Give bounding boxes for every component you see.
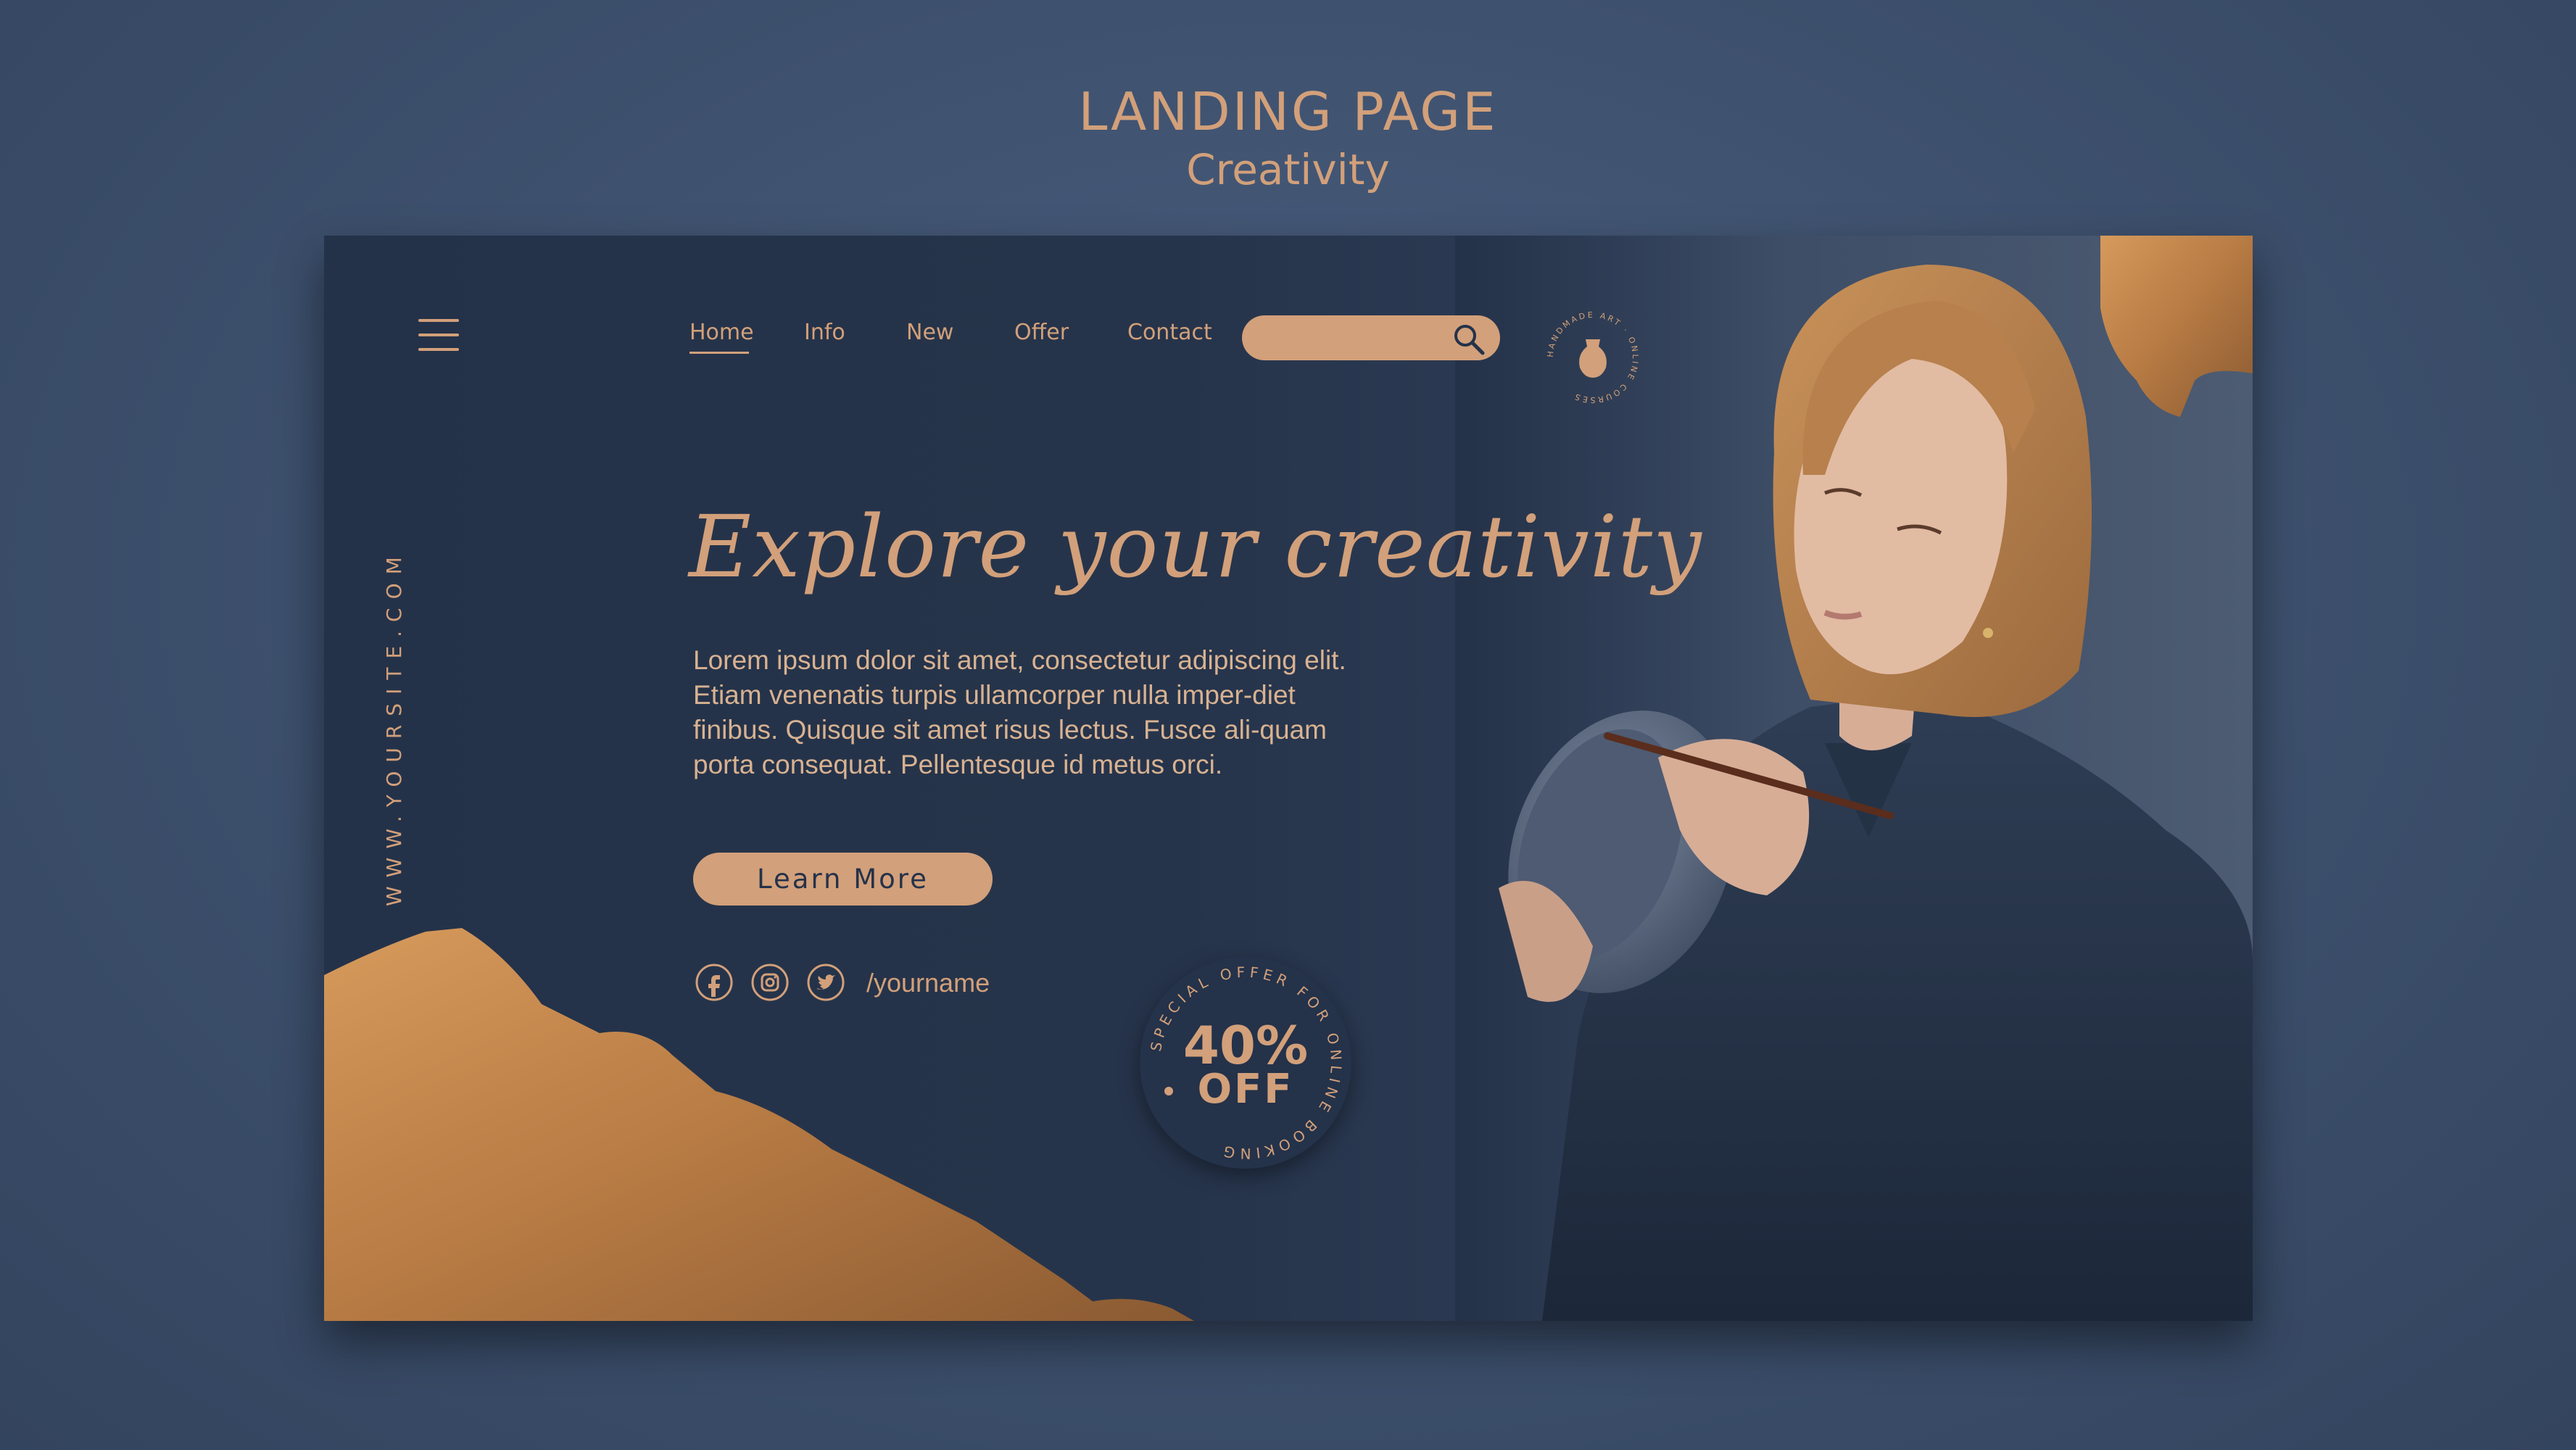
search-icon[interactable] (1451, 321, 1486, 356)
facebook-icon[interactable] (695, 963, 734, 1002)
learn-more-button[interactable]: Learn More (693, 853, 993, 906)
vase-logo-icon: HANDMADE ART · ONLINE COURSES (1546, 310, 1638, 405)
page-subtitle: Creativity (1186, 145, 1390, 194)
nav-item-info[interactable]: Info (804, 320, 845, 345)
social-handle[interactable]: /yourname (866, 968, 990, 998)
website-url: WWW.YOURSITE.COM (382, 548, 406, 906)
twitter-icon[interactable] (806, 963, 845, 1002)
hamburger-menu-icon[interactable] (418, 319, 459, 351)
offer-off-label: OFF (1197, 1066, 1294, 1113)
nav-item-contact[interactable]: Contact (1127, 320, 1212, 345)
discount-badge[interactable]: SPECIAL OFFER FOR ONLINE BOOKING 40% OFF (1140, 957, 1351, 1169)
hero-body: Lorem ipsum dolor sit amet, consectetur … (693, 645, 1346, 779)
landing-card: Home Info New Offer Contact HANDMADE ART… (324, 236, 2253, 1321)
page-title: LANDING PAGE (1078, 81, 1498, 142)
nav-active-underline (689, 352, 749, 354)
nav-item-offer[interactable]: Offer (1014, 320, 1069, 345)
instagram-icon[interactable] (750, 963, 790, 1002)
nav-item-home[interactable]: Home (689, 320, 754, 345)
hero-title: Explore your creativity (689, 497, 1702, 597)
nav-item-new[interactable]: New (906, 320, 953, 345)
